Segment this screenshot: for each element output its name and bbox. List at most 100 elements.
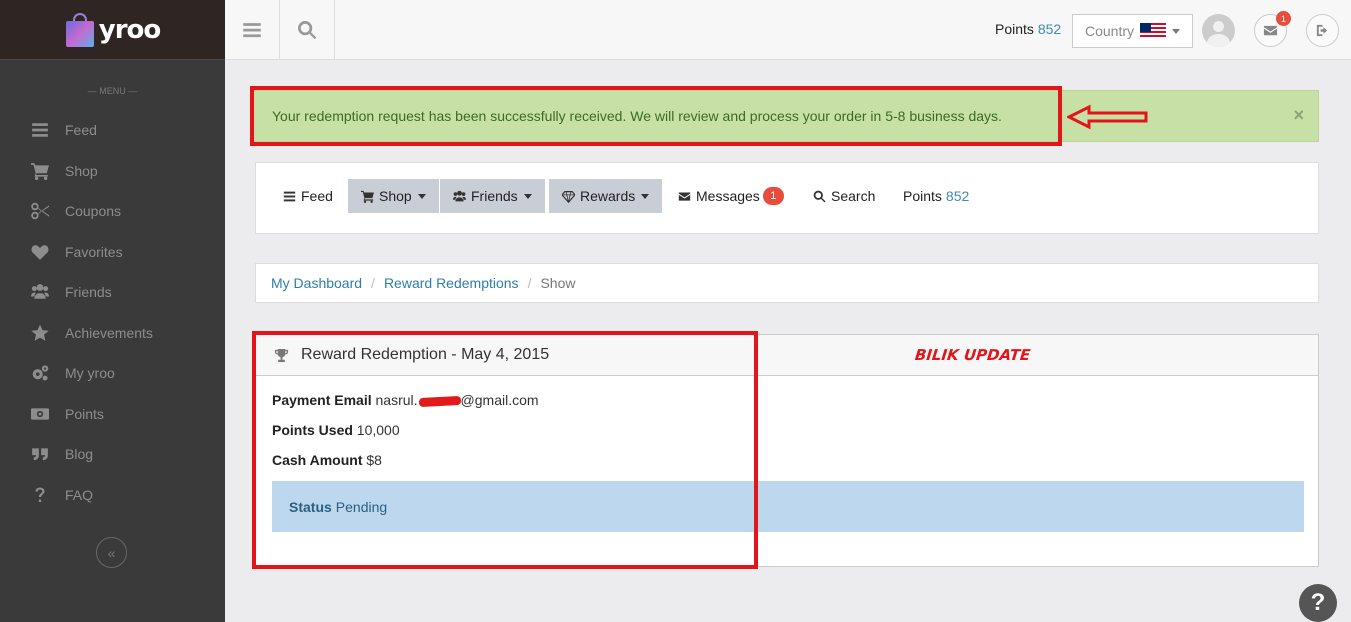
panel-heading: Reward Redemption - May 4, 2015 bbox=[256, 335, 1318, 376]
chevron-down-icon bbox=[641, 193, 650, 199]
sidebar-item-achievements[interactable]: Achievements bbox=[0, 313, 225, 354]
sidebar-item-label: Points bbox=[65, 405, 104, 422]
question-icon: ? bbox=[1310, 589, 1326, 616]
logout-button[interactable] bbox=[1306, 14, 1339, 47]
cart-icon bbox=[31, 162, 49, 180]
menu-toggle-button[interactable] bbox=[225, 0, 280, 59]
trophy-icon bbox=[274, 348, 289, 362]
us-flag-icon bbox=[1140, 23, 1167, 39]
scissors-icon bbox=[31, 202, 49, 220]
sidebar-item-friends[interactable]: Friends bbox=[0, 272, 225, 313]
sidebar-item-label: Achievements bbox=[65, 324, 153, 341]
country-label: Country bbox=[1085, 23, 1135, 39]
nav-points[interactable]: Points 852 bbox=[903, 179, 969, 213]
points-value: 852 bbox=[1037, 21, 1062, 37]
sidebar-item-my-yroo[interactable]: My yroo bbox=[0, 353, 225, 394]
sidebar-item-favorites[interactable]: Favorites bbox=[0, 232, 225, 273]
points-used-row: Points Used 10,000 bbox=[272, 422, 400, 438]
search-icon bbox=[813, 190, 826, 202]
nav-messages-label: Messages bbox=[696, 188, 760, 204]
chevron-down-icon bbox=[417, 193, 426, 199]
users-icon bbox=[453, 190, 466, 201]
breadcrumb-my-dashboard[interactable]: My Dashboard bbox=[271, 275, 362, 291]
nav-shop-label: Shop bbox=[379, 188, 412, 204]
chevron-down-icon bbox=[523, 193, 532, 199]
question-icon bbox=[31, 486, 49, 504]
breadcrumb-separator: / bbox=[371, 275, 375, 291]
sidebar: yroo — MENU — Feed Shop Coupons Favorite… bbox=[0, 0, 225, 622]
sidebar-item-coupons[interactable]: Coupons bbox=[0, 191, 225, 232]
chevron-down-icon bbox=[1172, 28, 1181, 34]
nav-rewards-dropdown[interactable]: Rewards bbox=[549, 179, 663, 213]
cart-icon bbox=[361, 190, 374, 203]
search-icon bbox=[298, 20, 317, 39]
nav-points-value: 852 bbox=[945, 188, 970, 204]
status-label: Status bbox=[289, 498, 332, 515]
breadcrumb-reward-redemptions[interactable]: Reward Redemptions bbox=[384, 275, 519, 291]
avatar[interactable] bbox=[1202, 14, 1235, 47]
nav-friends-label: Friends bbox=[471, 188, 518, 204]
sidebar-item-label: Feed bbox=[65, 122, 97, 139]
nav-friends-dropdown[interactable]: Friends bbox=[440, 179, 545, 213]
search-button[interactable] bbox=[280, 0, 335, 59]
breadcrumb: My Dashboard / Reward Redemptions / Show bbox=[255, 263, 1319, 303]
logo-text: yroo bbox=[98, 14, 161, 45]
content-nav: Feed Shop Friends Rewards Messages 1 Sea… bbox=[255, 162, 1319, 234]
payment-email-row: Payment Email nasrul. @gmail.com bbox=[272, 392, 539, 408]
nav-feed[interactable]: Feed bbox=[283, 179, 333, 213]
quote-icon bbox=[31, 445, 49, 463]
top-header: Points 852 Country 1 bbox=[225, 0, 1351, 60]
sidebar-item-faq[interactable]: FAQ bbox=[0, 475, 225, 516]
menu-label: — MENU — bbox=[87, 86, 138, 96]
star-icon bbox=[31, 324, 49, 342]
double-chevron-left-icon: « bbox=[107, 544, 116, 561]
help-button[interactable]: ? bbox=[1299, 584, 1337, 622]
sign-out-icon bbox=[1316, 24, 1328, 37]
status-badge: Status Pending bbox=[272, 481, 1304, 532]
payment-email-suffix: @gmail.com bbox=[460, 392, 539, 408]
nav-feed-label: Feed bbox=[301, 188, 333, 204]
sidebar-item-label: Coupons bbox=[65, 203, 122, 220]
nav-messages[interactable]: Messages 1 bbox=[678, 179, 784, 213]
panel-title: Reward Redemption - May 4, 2015 bbox=[301, 346, 550, 363]
users-icon bbox=[31, 283, 49, 301]
nav-search[interactable]: Search bbox=[813, 179, 875, 213]
close-icon[interactable]: × bbox=[1293, 105, 1304, 126]
envelope-icon bbox=[678, 191, 691, 201]
points-label: Points bbox=[995, 21, 1034, 37]
hamburger-icon bbox=[243, 22, 261, 37]
reward-redemption-panel: Reward Redemption - May 4, 2015 Payment … bbox=[255, 334, 1319, 567]
country-select[interactable]: Country bbox=[1072, 14, 1193, 48]
gears-icon bbox=[31, 364, 49, 382]
shopping-bag-icon bbox=[65, 12, 95, 47]
alert-message: Your redemption request has been success… bbox=[272, 108, 1002, 124]
diamond-icon bbox=[562, 190, 575, 203]
success-alert: Your redemption request has been success… bbox=[253, 90, 1319, 142]
nav-points-label: Points bbox=[903, 188, 942, 204]
logo[interactable]: yroo bbox=[0, 0, 225, 60]
sidebar-item-label: Shop bbox=[65, 162, 98, 179]
cash-amount-row: Cash Amount $8 bbox=[272, 452, 382, 468]
status-value: Pending bbox=[335, 498, 388, 515]
breadcrumb-current: Show bbox=[540, 275, 576, 291]
sidebar-item-label: My yroo bbox=[65, 365, 115, 382]
redaction-scribble bbox=[418, 395, 461, 407]
sidebar-item-shop[interactable]: Shop bbox=[0, 151, 225, 192]
sidebar-item-label: Blog bbox=[65, 446, 94, 463]
envelope-icon bbox=[1263, 25, 1278, 36]
sidebar-collapse-button[interactable]: « bbox=[96, 537, 127, 568]
annotation-text: BILIK UPDATE bbox=[914, 346, 1032, 364]
sidebar-item-points[interactable]: Points bbox=[0, 394, 225, 435]
cash-amount-value: $8 bbox=[366, 452, 382, 468]
nav-search-label: Search bbox=[831, 188, 876, 204]
sidebar-item-blog[interactable]: Blog bbox=[0, 434, 225, 475]
money-icon bbox=[31, 405, 49, 423]
heart-icon bbox=[31, 243, 49, 261]
points-used-value: 10,000 bbox=[356, 422, 400, 438]
payment-email-prefix: nasrul. bbox=[375, 392, 418, 408]
nav-shop-dropdown[interactable]: Shop bbox=[348, 179, 439, 213]
sidebar-item-label: FAQ bbox=[65, 486, 94, 503]
header-points: Points 852 bbox=[995, 21, 1061, 37]
nav-rewards-label: Rewards bbox=[580, 188, 636, 204]
sidebar-item-feed[interactable]: Feed bbox=[0, 110, 225, 151]
